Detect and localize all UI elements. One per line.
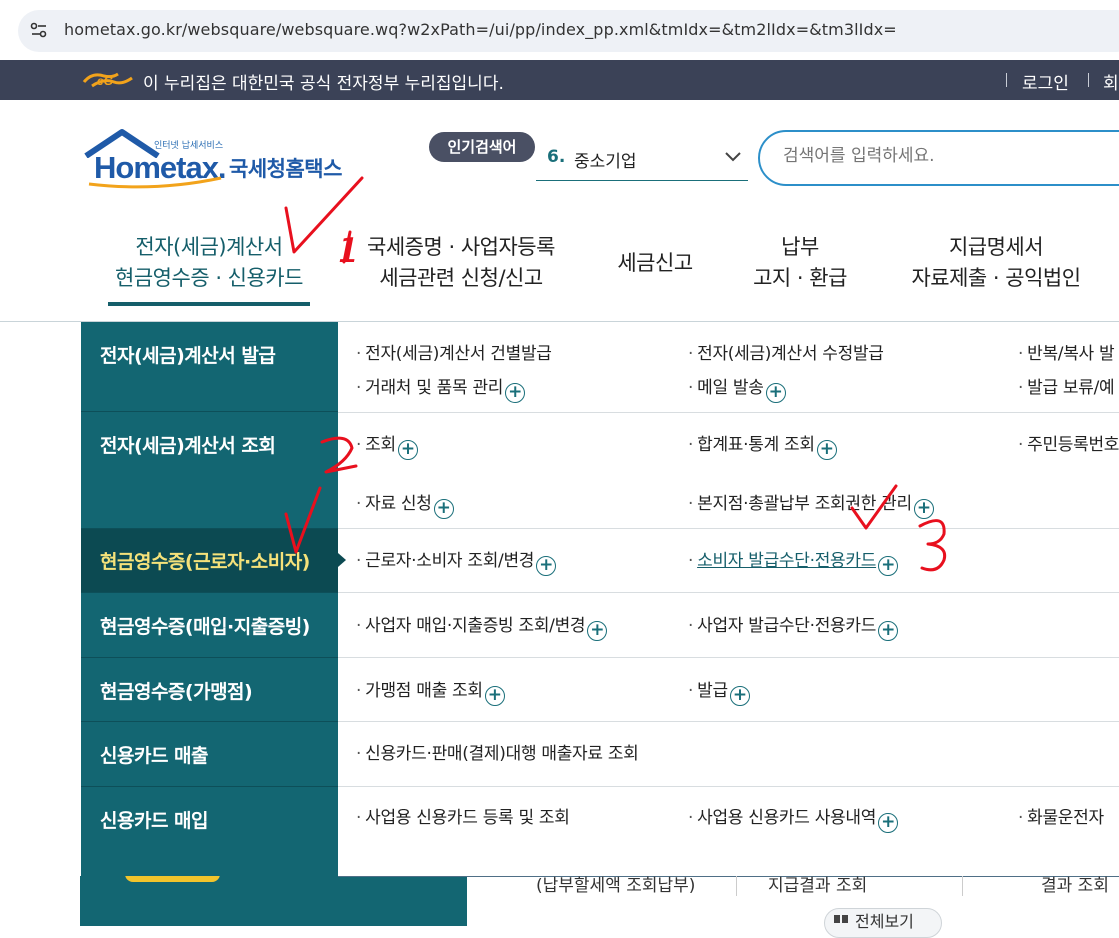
submenu-item[interactable]: · 반복/복사 발	[1018, 339, 1115, 364]
plus-icon[interactable]: +	[913, 499, 934, 519]
popular-rank: 6.	[547, 147, 566, 167]
submenu-item[interactable]: · 자료 신청 +	[356, 489, 454, 519]
divider	[338, 786, 1119, 787]
submenu-item[interactable]: · 전자(세금)계산서 건별발급	[356, 339, 552, 364]
divider	[736, 876, 737, 896]
nav-label: 고지 · 환급	[753, 266, 847, 290]
login-link[interactable]: 로그인	[1022, 69, 1069, 94]
submenu-item[interactable]: · 합계표·통계 조회 +	[688, 430, 837, 460]
nav-payment[interactable]: 납부 고지 · 환급	[740, 232, 860, 294]
grid-icon	[834, 915, 848, 923]
plus-icon[interactable]: +	[729, 686, 750, 706]
submenu-item[interactable]: · 메일 발송 +	[688, 373, 786, 403]
join-link[interactable]: 회	[1103, 69, 1119, 94]
nav-payment-statement[interactable]: 지급명세서 자료제출 · 공익법인	[896, 232, 1096, 294]
submenu-item[interactable]: · 가맹점 매출 조회 +	[356, 676, 505, 706]
nav-label: 현금영수증 · 신용카드	[115, 266, 303, 290]
gov-notice-bar: eG 이 누리집은 대한민국 공식 전자정부 누리집입니다. 로그인 회	[0, 60, 1119, 100]
submenu-item[interactable]: · 조회 +	[356, 430, 418, 460]
nav-label: 지급명세서	[948, 235, 1044, 259]
nav-tax-report[interactable]: 세금신고	[605, 248, 705, 279]
svg-text:eG: eG	[97, 74, 113, 88]
divider	[338, 657, 1119, 658]
divider	[1006, 73, 1007, 87]
site-info-icon[interactable]	[28, 19, 50, 41]
left-menu-item-merchant-receipt[interactable]: 현금영수증(가맹점)	[81, 677, 338, 704]
divider	[338, 876, 1119, 877]
submenu-item[interactable]: · 사업자 매입·지출증빙 조회/변경 +	[356, 611, 608, 641]
plus-icon[interactable]: +	[816, 440, 837, 460]
left-menu	[81, 322, 338, 876]
background-banner	[80, 876, 467, 926]
plus-icon[interactable]: +	[587, 621, 608, 641]
annotation-mark	[342, 230, 352, 264]
divider	[81, 657, 338, 658]
submenu-item[interactable]: · 발급 보류/예	[1018, 373, 1115, 398]
left-menu-item-business-receipt[interactable]: 현금영수증(매입·지출증빙)	[81, 612, 338, 639]
nav-label: 전자(세금)계산서	[135, 235, 283, 259]
view-all-button[interactable]: 전체보기	[824, 908, 942, 938]
gov-notice-text: 이 누리집은 대한민국 공식 전자정부 누리집입니다.	[143, 74, 504, 94]
popular-term[interactable]: 중소기업	[574, 147, 637, 172]
browser-address-bar: hometax.go.kr/websquare/websquare.wq?w2x…	[0, 0, 1119, 60]
plus-icon[interactable]: +	[505, 383, 526, 403]
left-menu-item-issue[interactable]: 전자(세금)계산서 발급	[81, 341, 338, 368]
divider	[81, 786, 338, 787]
plus-icon[interactable]: +	[433, 499, 454, 519]
left-menu-item-card-purchase[interactable]: 신용카드 매입	[81, 806, 338, 833]
submenu-item[interactable]: · 본지점·총괄납부 조회권한 관리 +	[688, 489, 934, 519]
submenu-item[interactable]: · 거래처 및 품목 관리 +	[356, 373, 526, 403]
submenu-panel	[338, 322, 1119, 876]
submenu-item-consumer-card[interactable]: · 소비자 발급수단·전용카드 +	[688, 546, 899, 576]
nav-certificate[interactable]: 국세증명 · 사업자등록 세금관련 신청/신고	[352, 232, 570, 294]
active-arrow-icon	[338, 553, 346, 567]
divider	[338, 528, 1119, 529]
divider	[81, 411, 338, 412]
divider	[536, 180, 748, 181]
divider	[81, 721, 338, 722]
submenu-item[interactable]: · 주민등록번호	[1018, 430, 1119, 455]
submenu-item[interactable]: · 신용카드·판매(결제)대행 매출자료 조회	[356, 739, 639, 764]
nav-label: 자료제출 · 공익법인	[911, 266, 1081, 290]
divider	[962, 876, 963, 896]
plus-icon[interactable]: +	[878, 556, 899, 576]
submenu-item[interactable]: · 사업자 발급수단·전용카드 +	[688, 611, 899, 641]
gov-emblem-icon: eG	[82, 72, 133, 88]
plus-icon[interactable]: +	[484, 686, 505, 706]
popular-search-badge: 인기검색어	[429, 132, 535, 162]
divider	[81, 528, 338, 529]
search-input[interactable]	[783, 146, 1113, 166]
chevron-down-icon[interactable]	[724, 151, 742, 163]
nav-e-invoice[interactable]: 전자(세금)계산서 현금영수증 · 신용카드	[104, 232, 314, 294]
url-text[interactable]: hometax.go.kr/websquare/websquare.wq?w2x…	[64, 20, 897, 39]
nav-label: 국세증명 · 사업자등록	[367, 235, 555, 259]
left-menu-item-inquiry[interactable]: 전자(세금)계산서 조회	[81, 431, 338, 458]
logo-korean-name[interactable]: 국세청홈택스	[229, 153, 342, 183]
logo-swoosh-icon	[88, 176, 222, 189]
plus-icon[interactable]: +	[397, 440, 418, 460]
nav-label: 납부	[781, 235, 819, 259]
submenu-item[interactable]: · 근로자·소비자 조회/변경 +	[356, 546, 557, 576]
plus-icon[interactable]: +	[536, 556, 557, 576]
divider	[81, 592, 338, 593]
submenu-item[interactable]: · 전자(세금)계산서 수정발급	[688, 339, 884, 364]
left-menu-item-consumer-receipt[interactable]: 현금영수증(근로자·소비자)	[81, 547, 338, 574]
submenu-item[interactable]: · 사업용 신용카드 등록 및 조회	[356, 803, 570, 828]
submenu-item[interactable]: · 화물운전자	[1018, 803, 1104, 828]
left-menu-item-card-sales[interactable]: 신용카드 매출	[81, 741, 338, 768]
submenu-item[interactable]: · 발급 +	[688, 676, 750, 706]
nav-active-indicator	[108, 302, 310, 306]
nav-label: 세금관련 신청/신고	[379, 266, 543, 290]
plus-icon[interactable]: +	[765, 383, 786, 403]
plus-icon[interactable]: +	[878, 813, 899, 833]
divider	[338, 412, 1119, 413]
divider	[1088, 73, 1089, 87]
divider	[338, 592, 1119, 593]
submenu-item[interactable]: · 사업용 신용카드 사용내역 +	[688, 803, 899, 833]
nav-label: 세금신고	[617, 251, 693, 275]
plus-icon[interactable]: +	[878, 621, 899, 641]
divider	[338, 721, 1119, 722]
